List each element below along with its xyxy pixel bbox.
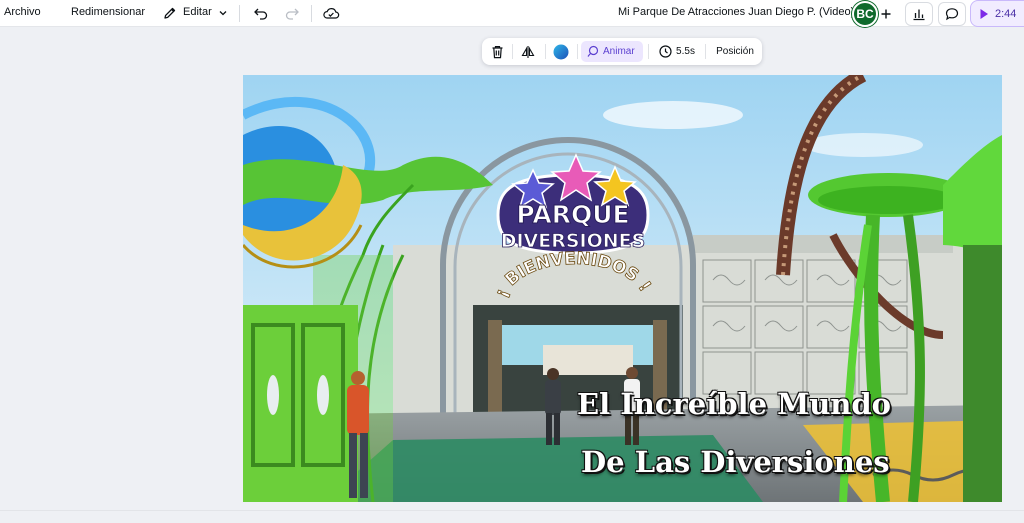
bottom-panel-edge: [0, 510, 1024, 523]
comments-button[interactable]: [938, 2, 966, 26]
resize-menu[interactable]: Redimensionar: [71, 6, 145, 18]
add-collaborator-button[interactable]: [874, 2, 898, 26]
edit-menu[interactable]: Editar: [183, 6, 212, 18]
animate-icon: [587, 45, 599, 57]
present-play-button[interactable]: 2:44: [970, 0, 1024, 27]
amusement-park-scene: PARQUE DIVERSIONES ¡ BIENVENIDOS !: [243, 75, 1002, 502]
clock-icon: [659, 45, 672, 58]
divider: [311, 5, 312, 22]
divider: [705, 44, 706, 59]
animate-button[interactable]: Animar: [581, 41, 643, 62]
sign-line1: PARQUE: [516, 200, 629, 229]
duration-button[interactable]: 5.5s: [654, 38, 700, 65]
divider: [577, 44, 578, 59]
divider: [239, 5, 240, 22]
redo-icon[interactable]: [283, 4, 301, 22]
play-duration: 2:44: [995, 7, 1017, 20]
pencil-icon[interactable]: [161, 4, 179, 22]
sign-line2: DIVERSIONES: [501, 230, 646, 252]
position-button[interactable]: Posición: [710, 38, 760, 65]
color-button[interactable]: [550, 38, 572, 65]
position-label: Posición: [716, 46, 754, 57]
divider: [545, 44, 546, 59]
animate-label: Animar: [603, 46, 635, 57]
undo-icon[interactable]: [252, 4, 270, 22]
play-icon: [980, 8, 988, 19]
chevron-down-icon[interactable]: [214, 4, 232, 22]
divider: [648, 44, 649, 59]
editor-top-bar: Archivo Redimensionar Editar Mi Parque D…: [0, 0, 1024, 27]
color-icon: [553, 44, 569, 59]
delete-button[interactable]: [486, 38, 508, 65]
cloud-saved-icon[interactable]: [322, 4, 340, 22]
trash-icon: [492, 45, 502, 58]
duration-label: 5.5s: [676, 46, 695, 57]
title-line-1[interactable]: El Increíble Mundo: [577, 387, 891, 421]
file-menu[interactable]: Archivo: [4, 6, 41, 18]
design-canvas[interactable]: PARQUE DIVERSIONES ¡ BIENVENIDOS ! El In…: [243, 75, 1002, 502]
flip-button[interactable]: [517, 38, 539, 65]
avatar-initials: BC: [856, 7, 874, 21]
document-title[interactable]: Mi Parque De Atracciones Juan Diego P. (…: [618, 6, 854, 18]
flip-icon: [521, 45, 535, 58]
insights-button[interactable]: [905, 2, 933, 26]
chart-icon: [913, 9, 925, 21]
element-toolbar: Animar 5.5s Posición: [482, 38, 762, 65]
divider: [512, 44, 513, 59]
title-line-2[interactable]: De Las Diversiones: [581, 445, 890, 479]
comment-icon: [945, 8, 959, 21]
plus-icon: [881, 9, 891, 19]
